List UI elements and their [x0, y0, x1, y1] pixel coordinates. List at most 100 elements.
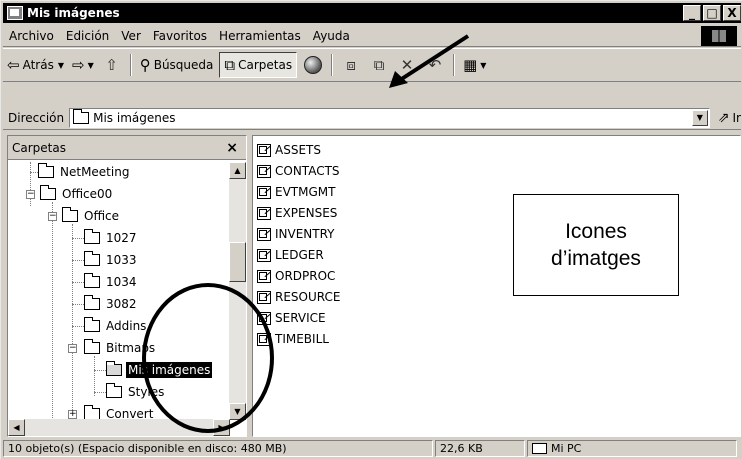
tree-item-label: Addins [106, 319, 147, 333]
window-title: Mis imágenes [27, 6, 120, 20]
title-bar[interactable]: Mis imágenes _ □ X [3, 3, 741, 23]
close-pane-icon[interactable]: × [226, 140, 238, 156]
computer-icon [532, 443, 547, 454]
forward-dropdown-icon[interactable]: ▼ [88, 61, 94, 70]
tree-item-label: Office00 [62, 187, 113, 201]
tree-line [52, 202, 53, 420]
scroll-left-icon[interactable]: ◀ [8, 419, 25, 436]
file-item-ledger[interactable]: LEDGER [257, 245, 324, 265]
tree-item-bitmaps[interactable]: Bitmaps [84, 338, 157, 358]
file-item-ordproc[interactable]: ORDPROC [257, 266, 335, 286]
tree-line [72, 282, 84, 283]
close-button[interactable]: X [723, 5, 741, 21]
tree-horizontal-scrollbar[interactable]: ◀ ▶ [8, 419, 230, 436]
copy-to-icon[interactable]: ⧉ [368, 54, 390, 76]
menu-edicion[interactable]: Edición [60, 29, 115, 43]
status-objects: 10 objeto(s) (Espacio disponible en disc… [3, 440, 433, 457]
file-name: RESOURCE [275, 290, 341, 304]
tree-item-1027[interactable]: 1027 [84, 228, 139, 248]
tree-item-office00[interactable]: Office00 [40, 184, 114, 204]
expand-icon[interactable]: + [68, 410, 77, 419]
tree-item-label: Bitmaps [106, 341, 156, 355]
status-location: Mi PC [527, 440, 737, 457]
collapse-icon[interactable]: − [48, 212, 57, 221]
menu-archivo[interactable]: Archivo [3, 29, 60, 43]
collapse-icon[interactable]: − [26, 190, 35, 199]
forward-button[interactable]: ⇨ ▼ [68, 52, 98, 78]
database-file-icon [257, 311, 271, 325]
back-label: Atrás [22, 58, 54, 72]
tree-line [94, 370, 106, 371]
tree-vertical-scrollbar[interactable]: ▲ ▼ [229, 162, 246, 420]
file-item-evtmgmt[interactable]: EVTMGMT [257, 182, 335, 202]
tree-item-label: Convert [106, 407, 154, 420]
minimize-button[interactable]: _ [683, 5, 701, 21]
folder-icon [84, 251, 100, 266]
file-item-contacts[interactable]: CONTACTS [257, 161, 340, 181]
address-input[interactable]: Mis imágenes ▼ [69, 107, 710, 128]
tree-item-label: 1027 [106, 231, 137, 245]
toolbar-separator [331, 54, 334, 76]
menu-ayuda[interactable]: Ayuda [307, 29, 356, 43]
back-arrow-icon: ⇦ [7, 56, 20, 74]
undo-icon[interactable]: ↶ [424, 54, 446, 76]
folder-icon [62, 207, 78, 222]
file-item-assets[interactable]: ASSETS [257, 140, 321, 160]
folders-pane: Carpetas × NetMeeting − Office00 − Offic… [7, 135, 247, 437]
move-to-icon[interactable]: ⧈ [340, 54, 362, 76]
tree-item-addins[interactable]: Addins [84, 316, 148, 336]
maximize-button[interactable]: □ [703, 5, 721, 21]
menu-favoritos[interactable]: Favoritos [147, 29, 213, 43]
back-button[interactable]: ⇦ Atrás ▼ [3, 52, 68, 78]
collapse-icon[interactable]: − [68, 344, 77, 353]
callout-line-1: Icones [565, 220, 627, 243]
history-icon[interactable] [302, 54, 324, 76]
tree-item-netmeeting[interactable]: NetMeeting [38, 162, 131, 182]
folder-icon [84, 295, 100, 310]
scroll-thumb[interactable] [229, 242, 246, 282]
status-bar: 10 objeto(s) (Espacio disponible en disc… [3, 439, 741, 458]
address-dropdown-button[interactable]: ▼ [691, 109, 708, 126]
delete-icon[interactable]: ✕ [396, 54, 418, 76]
tree-item-office[interactable]: Office [62, 206, 121, 226]
up-folder-icon[interactable]: ⇧ [101, 54, 123, 76]
menu-ver[interactable]: Ver [115, 29, 147, 43]
search-button[interactable]: ⚲ Búsqueda [136, 52, 218, 78]
tree-item-mis-imagenes[interactable]: Mis imágenes [106, 360, 213, 380]
file-list: ASSETS CONTACTS EVTMGMT EXPENSES INVENTR… [252, 135, 741, 437]
folder-tree: NetMeeting − Office00 − Office 1027 1033 [8, 162, 230, 420]
menu-herramientas[interactable]: Herramientas [213, 29, 307, 43]
go-button[interactable]: ⇗ Ir [718, 110, 741, 126]
tree-item-styles[interactable]: Styles [106, 382, 166, 402]
file-item-expenses[interactable]: EXPENSES [257, 203, 337, 223]
folders-pane-title: Carpetas [12, 140, 66, 155]
forward-arrow-icon: ⇨ [71, 56, 85, 74]
file-item-resource[interactable]: RESOURCE [257, 287, 340, 307]
scroll-down-icon[interactable]: ▼ [229, 403, 246, 420]
views-button[interactable]: ▦ ▼ [459, 52, 490, 78]
tree-item-convert[interactable]: Convert [84, 404, 155, 420]
tree-item-label: 1033 [106, 253, 137, 267]
file-item-service[interactable]: SERVICE [257, 308, 326, 328]
tree-item-label: 1034 [106, 275, 137, 289]
database-file-icon [257, 248, 271, 262]
file-item-timebill[interactable]: TIMEBILL [257, 329, 329, 349]
go-label: Ir [732, 110, 741, 125]
file-name: LEDGER [275, 248, 324, 262]
tree-item-label-selected: Mis imágenes [126, 362, 213, 378]
folder-icon [84, 317, 100, 332]
standard-toolbar: ⇦ Atrás ▼ ⇨ ▼ ⇧ ⚲ Búsqueda ⧉ Carpetas ⧈ … [3, 48, 741, 82]
tree-item-1033[interactable]: 1033 [84, 250, 139, 270]
tree-item-1034[interactable]: 1034 [84, 272, 139, 292]
callout-line-2: d’imatges [551, 247, 641, 270]
history-globe-icon [304, 56, 323, 74]
folders-button[interactable]: ⧉ Carpetas [219, 52, 298, 78]
tree-item-3082[interactable]: 3082 [84, 294, 139, 314]
back-dropdown-icon[interactable]: ▼ [58, 61, 64, 70]
views-dropdown-icon[interactable]: ▼ [480, 61, 486, 70]
tree-line [72, 304, 84, 305]
scroll-up-icon[interactable]: ▲ [229, 162, 246, 179]
scroll-right-icon[interactable]: ▶ [213, 419, 230, 436]
file-item-inventry[interactable]: INVENTRY [257, 224, 335, 244]
database-file-icon [257, 290, 271, 304]
